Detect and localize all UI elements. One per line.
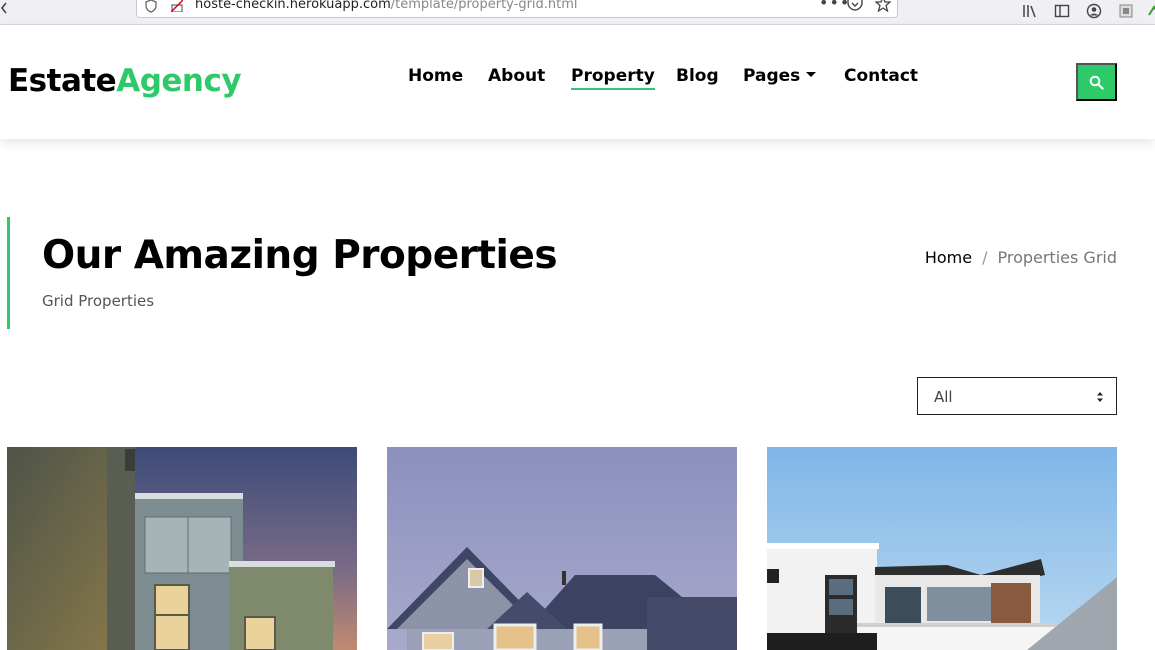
shield-icon[interactable] bbox=[145, 0, 157, 13]
page-subtitle: Grid Properties bbox=[42, 292, 155, 310]
breadcrumb-current: Properties Grid bbox=[997, 248, 1117, 267]
nav-blog[interactable]: Blog bbox=[676, 66, 719, 86]
nav-about[interactable]: About bbox=[488, 66, 545, 86]
property-photo-modern-villa bbox=[767, 447, 1117, 650]
search-button[interactable] bbox=[1076, 63, 1117, 101]
library-icon[interactable] bbox=[1022, 3, 1038, 19]
select-arrows-icon bbox=[1097, 392, 1103, 402]
nav-property[interactable]: Property bbox=[571, 66, 655, 90]
breadcrumb-separator: / bbox=[982, 248, 988, 267]
property-photo-gabled-house bbox=[387, 447, 737, 650]
bookmark-star-icon[interactable] bbox=[875, 0, 891, 12]
brand-logo[interactable]: EstateAgency bbox=[8, 63, 242, 99]
intro-accent-bar bbox=[7, 217, 10, 329]
breadcrumb: Home / Properties Grid bbox=[925, 248, 1117, 267]
breadcrumb-home[interactable]: Home bbox=[925, 248, 972, 267]
sidebar-icon[interactable] bbox=[1054, 3, 1070, 19]
nav-pages[interactable]: Pages bbox=[743, 66, 817, 86]
property-card-image-2[interactable] bbox=[387, 447, 737, 650]
brand-part-1: Estate bbox=[8, 63, 117, 99]
page-title: Our Amazing Properties bbox=[42, 233, 558, 278]
nav-pages-label: Pages bbox=[743, 66, 801, 86]
insecure-lock-icon[interactable] bbox=[171, 0, 183, 12]
pocket-icon[interactable] bbox=[847, 0, 863, 11]
filter-selected-value: All bbox=[934, 388, 953, 406]
property-filter-select[interactable]: All bbox=[917, 377, 1117, 415]
extension-green-icon[interactable] bbox=[1146, 3, 1155, 19]
browser-toolbar: hoste-checkin.herokuapp.com/template/pro… bbox=[0, 0, 1155, 25]
account-icon[interactable] bbox=[1086, 3, 1102, 19]
caret-down-icon bbox=[806, 72, 817, 77]
address-bar[interactable]: hoste-checkin.herokuapp.com/template/pro… bbox=[136, 0, 898, 18]
page-actions-menu-icon[interactable]: ••• bbox=[819, 0, 850, 12]
property-card-image-3[interactable] bbox=[767, 447, 1117, 650]
site-navbar: EstateAgency Home About Property Blog Pa… bbox=[0, 25, 1155, 139]
nav-home[interactable]: Home bbox=[408, 66, 463, 86]
search-icon bbox=[1089, 75, 1104, 90]
property-card-image-1[interactable] bbox=[7, 447, 357, 650]
nav-contact[interactable]: Contact bbox=[844, 66, 918, 86]
brand-part-2: Agency bbox=[116, 63, 242, 99]
property-photo-modern-house bbox=[7, 447, 357, 650]
url-text[interactable]: hoste-checkin.herokuapp.com/template/pro… bbox=[195, 0, 578, 12]
extension-icon[interactable] bbox=[1118, 3, 1134, 19]
url-path: /template/property-grid.html bbox=[390, 0, 578, 12]
back-icon[interactable] bbox=[0, 2, 8, 14]
url-host: hoste-checkin.herokuapp.com bbox=[195, 0, 391, 12]
